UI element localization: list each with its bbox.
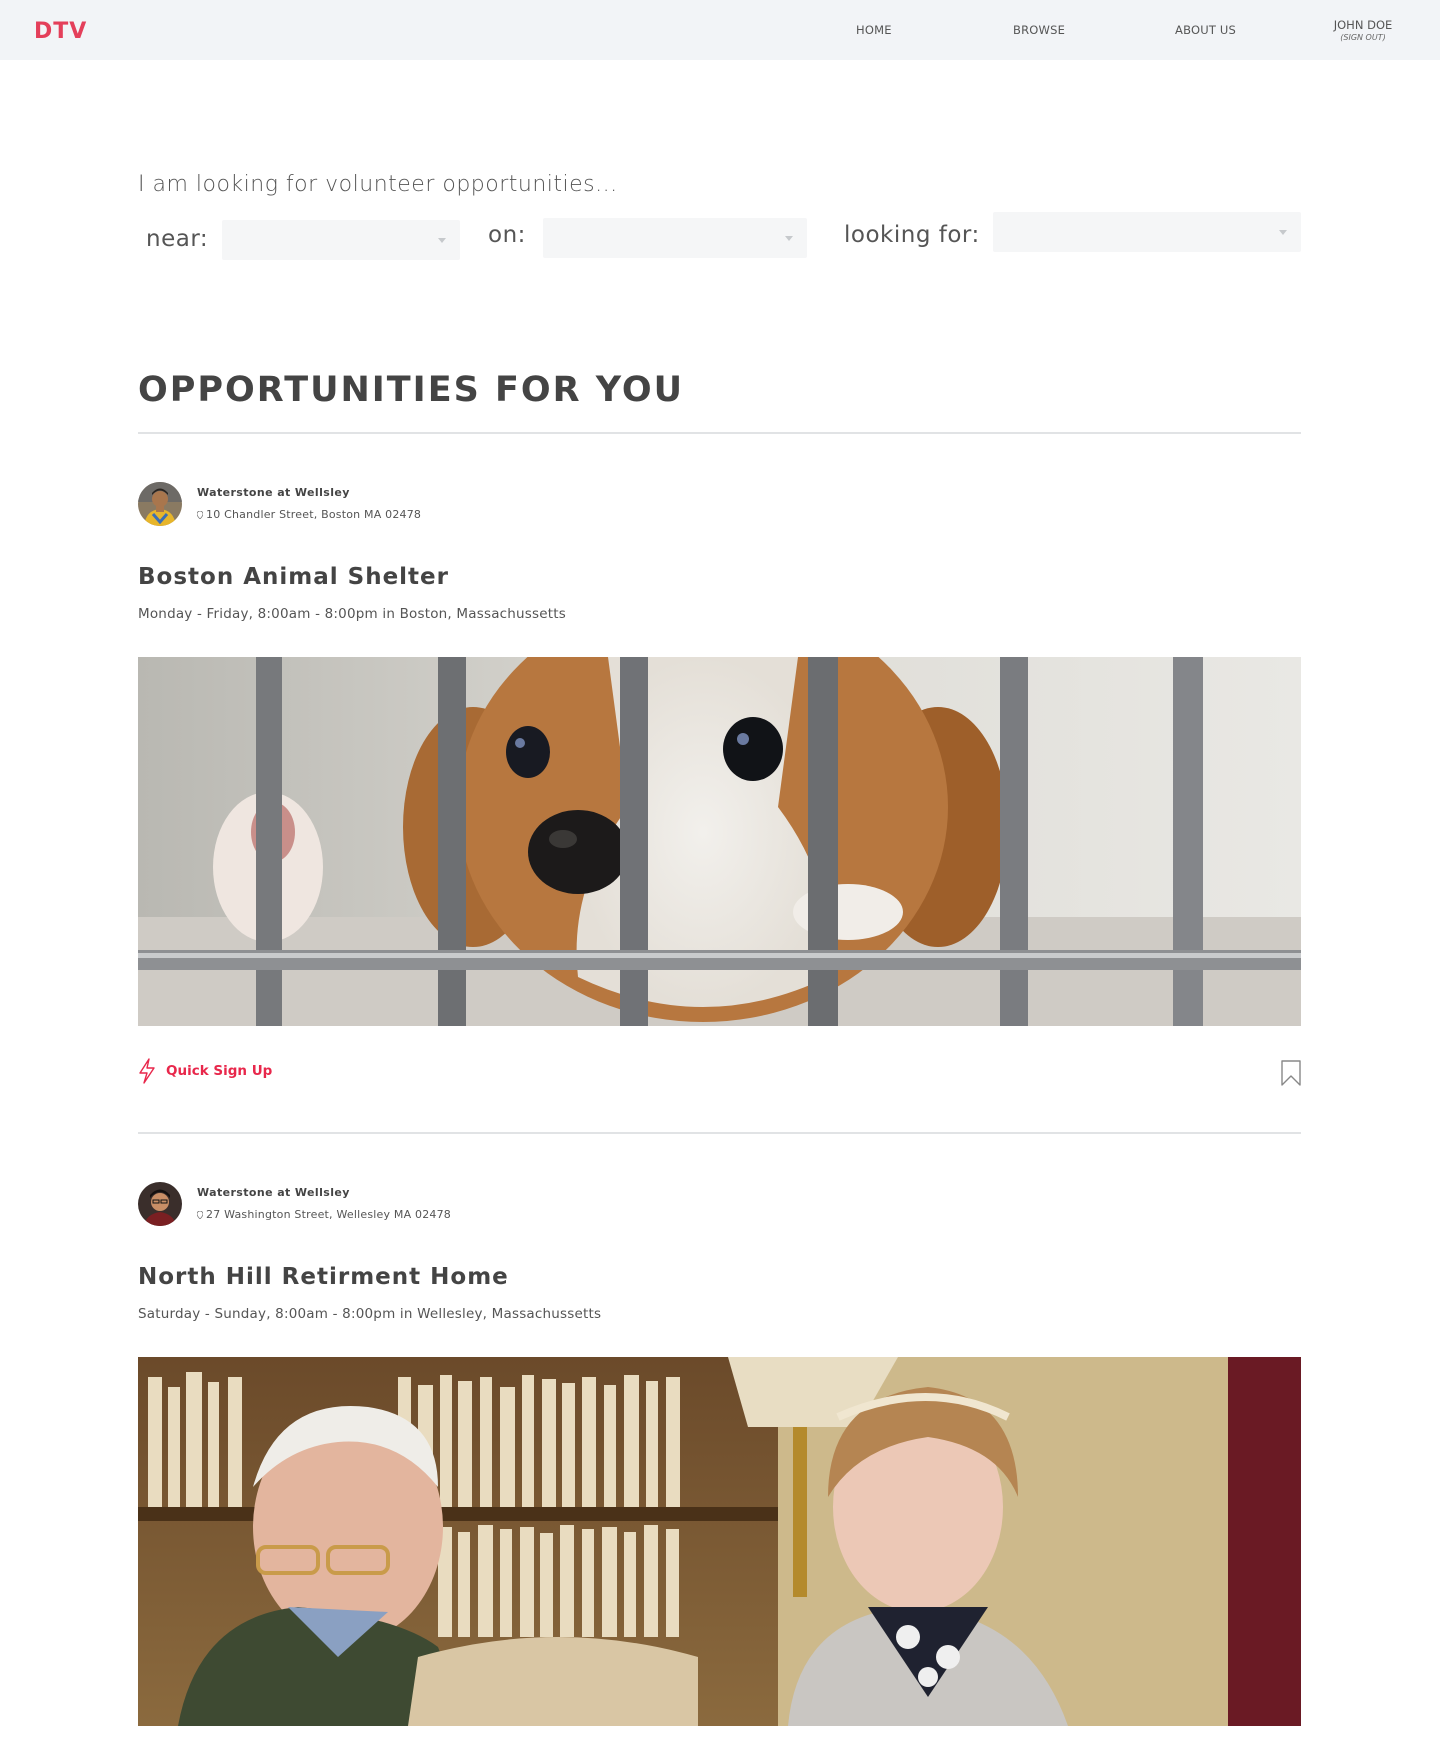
chevron-down-icon [785, 236, 793, 241]
opportunity-image[interactable] [138, 657, 1301, 1026]
quick-sign-up-button[interactable]: Quick Sign Up [138, 1058, 272, 1084]
chevron-down-icon [1279, 230, 1287, 235]
location-pin-icon [197, 511, 203, 519]
on-label: on: [488, 222, 526, 248]
address-text: 10 Chandler Street, Boston MA 02478 [206, 508, 422, 521]
section-divider [138, 432, 1301, 434]
top-navigation-bar: DTV HOME BROWSE ABOUT US JOHN DOE (SIGN … [0, 0, 1440, 60]
avatar-image [138, 1182, 182, 1226]
section-title: OPPORTUNITIES FOR YOU [138, 370, 685, 410]
organization-avatar[interactable] [138, 1182, 182, 1226]
puppy-photo [138, 657, 1301, 1026]
organization-name[interactable]: Waterstone at Wellsley [197, 486, 350, 499]
opportunity-schedule: Saturday - Sunday, 8:00am - 8:00pm in We… [138, 1306, 602, 1322]
user-menu: JOHN DOE (SIGN OUT) [1318, 18, 1408, 42]
nav-about-link[interactable]: ABOUT US [1175, 23, 1236, 37]
quick-sign-up-label: Quick Sign Up [166, 1063, 273, 1079]
near-select[interactable] [222, 220, 460, 260]
chevron-down-icon [438, 238, 446, 243]
search-intro-text: I am looking for volunteer opportunities… [138, 172, 618, 197]
avatar-image [138, 482, 182, 526]
bookmark-icon[interactable] [1281, 1060, 1301, 1086]
sign-out-link[interactable]: (SIGN OUT) [1318, 33, 1408, 42]
user-name[interactable]: JOHN DOE [1318, 18, 1408, 32]
looking-for-label: looking for: [844, 222, 980, 248]
organization-address: 27 Washington Street, Wellesley MA 02478 [197, 1208, 451, 1221]
elderly-couple-photo [138, 1357, 1301, 1726]
nav-home-link[interactable]: HOME [856, 23, 892, 37]
date-select[interactable] [543, 218, 807, 258]
card-actions: Quick Sign Up [138, 1058, 1301, 1088]
site-logo[interactable]: DTV [34, 19, 87, 44]
organization-address: 10 Chandler Street, Boston MA 02478 [197, 508, 421, 521]
organization-avatar[interactable] [138, 482, 182, 526]
opportunity-schedule: Monday - Friday, 8:00am - 8:00pm in Bost… [138, 606, 566, 622]
near-label: near: [146, 226, 209, 252]
opportunity-title[interactable]: North Hill Retirment Home [138, 1264, 509, 1290]
card-divider [138, 1132, 1301, 1134]
opportunity-image[interactable] [138, 1357, 1301, 1726]
location-pin-icon [197, 1211, 203, 1219]
lightning-bolt-icon [139, 1058, 155, 1084]
organization-name[interactable]: Waterstone at Wellsley [197, 1186, 350, 1199]
nav-browse-link[interactable]: BROWSE [1013, 23, 1065, 37]
address-text: 27 Washington Street, Wellesley MA 02478 [206, 1208, 451, 1221]
opportunity-title[interactable]: Boston Animal Shelter [138, 564, 449, 590]
category-select[interactable] [993, 212, 1301, 252]
